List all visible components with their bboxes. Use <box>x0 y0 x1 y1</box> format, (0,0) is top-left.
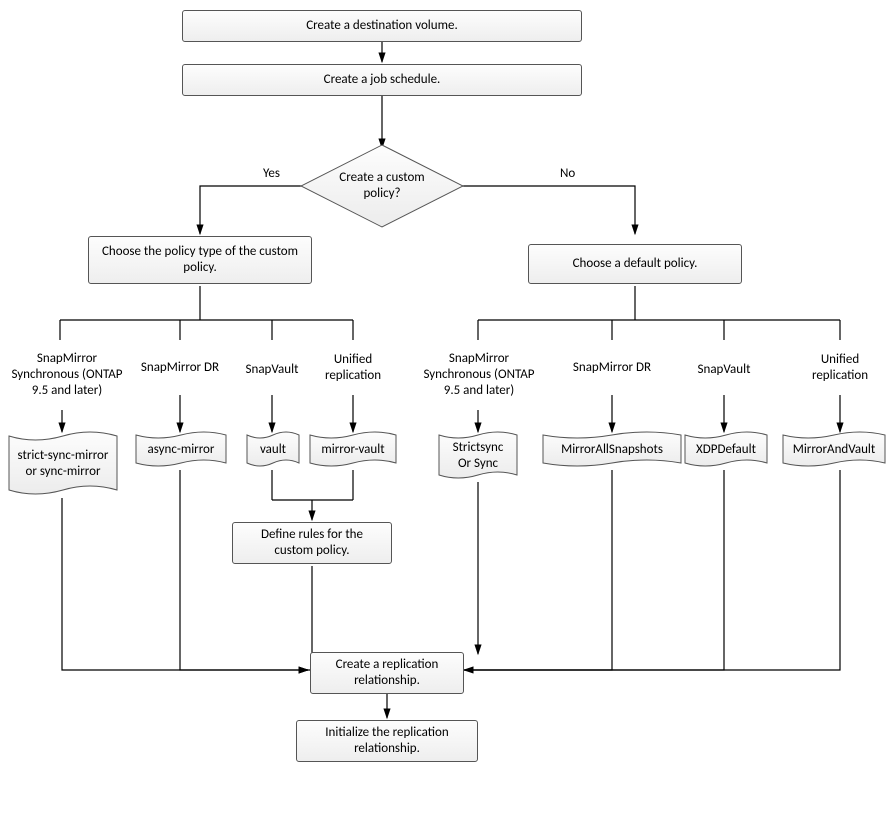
label-default-vault: SnapVault <box>690 360 758 380</box>
text: mirror-vault <box>317 442 388 458</box>
doc-custom-sync: strict-sync-mirror or sync-mirror <box>8 430 118 496</box>
label-custom-unified: Unified replication <box>314 348 392 388</box>
label-default-unified: Unified replication <box>800 348 880 388</box>
doc-custom-dr: async-mirror <box>135 430 227 468</box>
doc-default-unified: MirrorAndVault <box>782 430 886 468</box>
text: Unified replication <box>800 352 880 385</box>
text: SnapMirror Synchronous (ONTAP 9.5 and la… <box>420 351 538 400</box>
step-create-job-schedule: Create a job schedule. <box>182 64 582 96</box>
label-custom-sync: SnapMirror Synchronous (ONTAP 9.5 and la… <box>8 340 126 410</box>
text: Initialize the replication relationship. <box>305 725 469 758</box>
text: Unified replication <box>314 352 392 385</box>
text: async-mirror <box>144 442 219 458</box>
label-yes: Yes <box>263 166 280 181</box>
step-choose-default-policy: Choose a default policy. <box>528 244 742 284</box>
text: SnapMirror DR <box>573 360 651 376</box>
step-choose-custom-policy-type: Choose the policy type of the custom pol… <box>88 236 312 284</box>
text: SnapMirror Synchronous (ONTAP 9.5 and la… <box>8 351 126 400</box>
text: SnapVault <box>246 362 299 378</box>
doc-default-sync: Strictsync Or Sync <box>438 430 518 480</box>
text: Create a replication relationship. <box>319 657 455 690</box>
text: strict-sync-mirror or sync-mirror <box>13 448 113 481</box>
label-custom-vault: SnapVault <box>238 360 306 380</box>
text: Choose a default policy. <box>573 256 698 272</box>
step-create-replication-relationship: Create a replication relationship. <box>310 652 464 694</box>
doc-custom-unified: mirror-vault <box>309 430 397 468</box>
label-default-dr: SnapMirror DR <box>572 348 652 388</box>
label-default-sync: SnapMirror Synchronous (ONTAP 9.5 and la… <box>420 340 538 410</box>
text: Create a destination volume. <box>306 18 458 34</box>
text: SnapVault <box>698 362 751 378</box>
step-initialize-replication-relationship: Initialize the replication relationship. <box>296 720 478 762</box>
text: Define rules for the custom policy. <box>241 527 383 560</box>
text: Strictsync Or Sync <box>442 440 514 473</box>
doc-default-dr: MirrorAllSnapshots <box>542 430 682 468</box>
text: SnapMirror DR <box>141 360 219 376</box>
step-define-rules: Define rules for the custom policy. <box>232 522 392 564</box>
label-no: No <box>560 166 575 181</box>
text: Choose the policy type of the custom pol… <box>97 244 303 277</box>
decision-create-custom-policy: Create a custom policy? <box>300 144 464 228</box>
text: vault <box>256 442 290 458</box>
text: MirrorAndVault <box>789 442 880 458</box>
text: Create a job schedule. <box>324 72 441 88</box>
step-create-destination: Create a destination volume. <box>182 10 582 42</box>
doc-default-vault: XDPDefault <box>684 430 768 468</box>
text: MirrorAllSnapshots <box>557 442 667 458</box>
text: XDPDefault <box>692 442 760 458</box>
text: Create a custom policy? <box>322 170 442 203</box>
label-custom-dr: SnapMirror DR <box>140 348 220 388</box>
doc-custom-vault: vault <box>246 430 300 468</box>
